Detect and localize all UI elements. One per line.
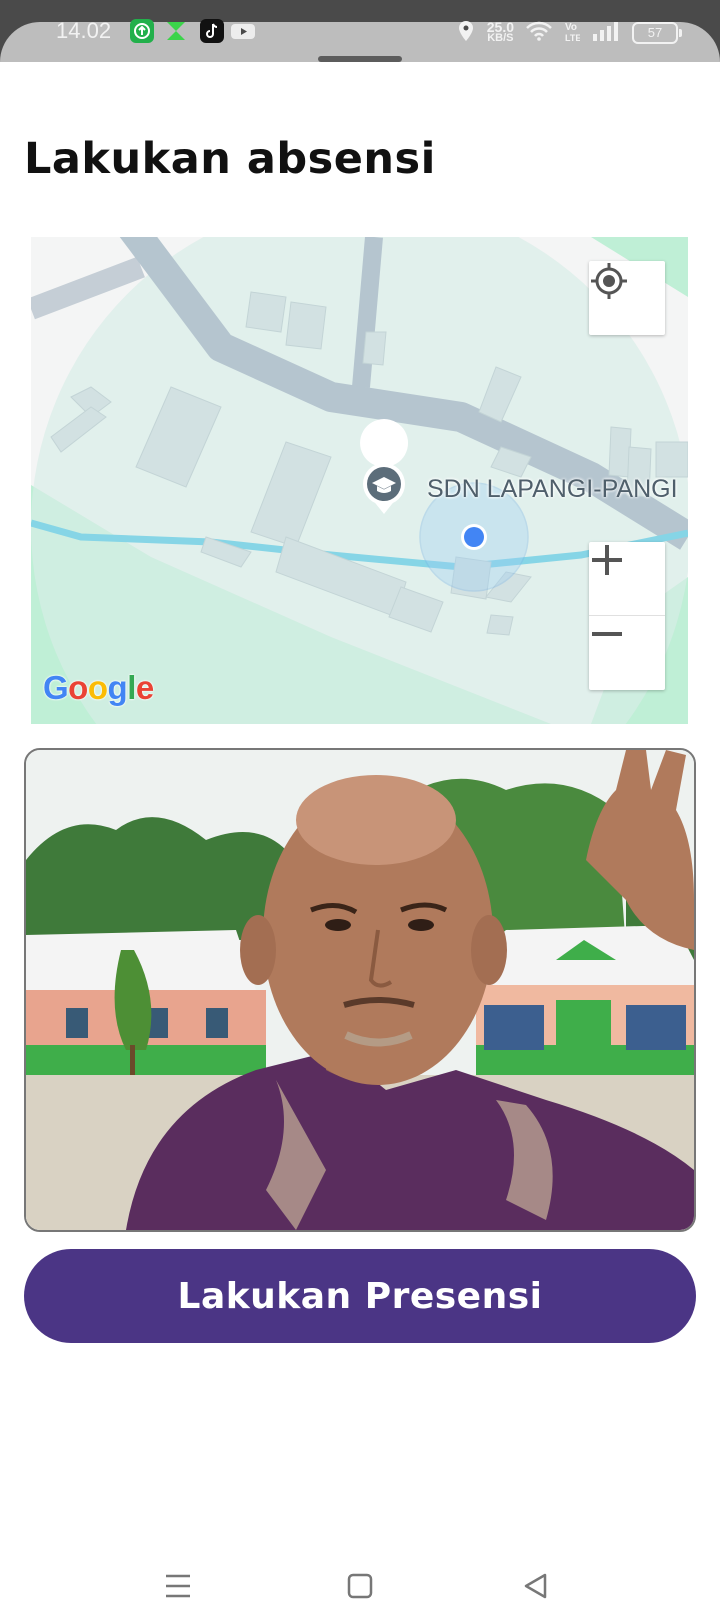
youtube-icon — [230, 19, 256, 43]
status-time: 14.02 — [56, 18, 112, 43]
navigation-bar — [0, 1556, 720, 1612]
selfie-photo — [24, 748, 696, 1232]
my-location-button[interactable] — [589, 261, 665, 335]
zoom-controls — [589, 542, 665, 690]
back-triangle-icon — [524, 1573, 547, 1599]
status-bar: 14.02 25.0 KB/S Vo LTE 57 — [0, 0, 720, 82]
minus-icon — [592, 632, 622, 636]
google-attribution: Google — [43, 669, 154, 706]
tiktok-icon — [200, 19, 224, 43]
wifi-icon — [526, 21, 552, 45]
selfie-image — [26, 750, 694, 1230]
net-speed-unit: KB/S — [487, 32, 514, 44]
svg-text:LTE: LTE — [565, 33, 580, 42]
recents-button[interactable] — [158, 1566, 198, 1606]
home-button[interactable] — [340, 1566, 380, 1606]
svg-text:Vo: Vo — [565, 22, 577, 33]
drag-handle[interactable] — [318, 56, 402, 62]
signal-icon — [592, 21, 620, 45]
poi-label[interactable]: SDN LAPANGI-PANGI — [427, 475, 678, 504]
battery-icon: 57 — [632, 22, 682, 44]
fax-app-icon — [164, 19, 188, 43]
location-icon — [457, 20, 475, 46]
page-title: Lakukan absensi — [24, 134, 436, 184]
map-view[interactable]: SDN LAPANGI-PANGI Google — [31, 237, 688, 724]
status-right: 25.0 KB/S Vo LTE 57 — [457, 16, 682, 50]
volte-icon: Vo LTE — [564, 20, 581, 46]
plus-icon — [592, 545, 622, 575]
menu-icon — [166, 1574, 190, 1598]
presensi-button[interactable]: Lakukan Presensi — [24, 1249, 696, 1343]
net-speed: 25.0 KB/S — [487, 20, 514, 44]
app-update-icon — [130, 19, 154, 43]
back-button[interactable] — [516, 1566, 556, 1606]
home-square-icon — [347, 1573, 373, 1599]
zoom-in-button[interactable] — [589, 542, 665, 616]
status-content: 14.02 25.0 KB/S Vo LTE 57 — [0, 16, 720, 50]
bottom-sheet: Lakukan absensi SDN LAPANGI-PANGI Google… — [0, 56, 720, 1612]
zoom-out-button[interactable] — [589, 616, 665, 690]
my-location-icon — [591, 263, 627, 299]
